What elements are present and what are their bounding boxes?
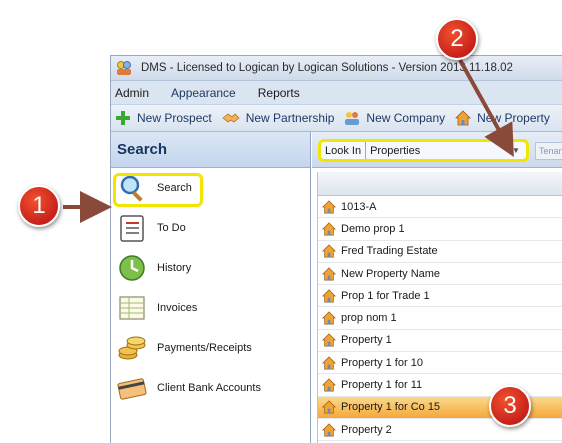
- new-prospect-button[interactable]: New Prospect: [115, 110, 212, 126]
- table-row[interactable]: 1013-A: [318, 196, 562, 219]
- house-icon: [455, 110, 472, 126]
- coins-icon: [118, 336, 146, 360]
- sidebar-item-history[interactable]: History: [111, 249, 311, 287]
- table-row[interactable]: Property 2: [318, 419, 562, 442]
- todo-list-icon: [120, 215, 144, 242]
- sidebar-item-invoices[interactable]: Invoices: [111, 289, 311, 327]
- toolbar: New Prospect New Partnership New Company…: [111, 105, 562, 132]
- plus-icon: [116, 111, 130, 125]
- handshake-icon: [222, 113, 240, 123]
- property-name: New Property Name: [341, 267, 441, 280]
- property-name: prop nom 1: [341, 312, 397, 325]
- menu-bar: Admin Appearance Reports: [111, 81, 562, 105]
- new-partnership-label: New Partnership: [245, 111, 335, 125]
- sidebar-item-todo[interactable]: To Do: [111, 209, 311, 247]
- house-icon: [322, 356, 336, 370]
- look-in-label: Look In: [321, 142, 367, 159]
- sidebar-title: Search: [111, 132, 310, 168]
- table-row[interactable]: Property 1 for 10: [318, 352, 562, 375]
- table-row[interactable]: Demo prop 1: [318, 218, 562, 241]
- property-name: Property 1: [341, 334, 392, 347]
- window-title: DMS - Licensed to Logican by Logican Sol…: [141, 62, 513, 74]
- table-row[interactable]: Property 1: [318, 330, 562, 353]
- sidebar-item-label: To Do: [157, 222, 186, 234]
- app-window: DMS - Licensed to Logican by Logican Sol…: [110, 55, 562, 443]
- sidebar-item-client-bank-accounts[interactable]: Client Bank Accounts: [111, 369, 311, 407]
- sidebar-item-label: Invoices: [157, 302, 198, 314]
- house-icon: [322, 423, 336, 437]
- property-name: Property 1 for 10: [341, 356, 423, 369]
- house-icon: [322, 244, 336, 258]
- menu-appearance[interactable]: Appearance: [171, 86, 236, 100]
- property-name: Property 2: [341, 423, 392, 436]
- sidebar-item-search[interactable]: Search: [111, 169, 311, 207]
- sidebar: Search Search To Do History Invoices Pay…: [111, 132, 311, 443]
- new-property-label: New Property: [477, 111, 550, 125]
- table-row[interactable]: New Property Name: [318, 263, 562, 286]
- app-logo-icon: [117, 61, 131, 75]
- new-company-label: New Company: [366, 111, 446, 125]
- house-icon: [322, 333, 336, 347]
- house-icon: [322, 266, 336, 281]
- chevron-down-icon: ▼: [512, 146, 520, 155]
- sidebar-item-label: Payments/Receipts: [157, 342, 252, 354]
- new-company-button[interactable]: New Company: [344, 110, 445, 126]
- menu-reports[interactable]: Reports: [258, 86, 300, 100]
- look-in-value: Properties: [370, 144, 421, 157]
- tenant-field[interactable]: Tenan: [535, 142, 562, 160]
- property-name: Property 1 for Co 15: [341, 401, 441, 414]
- house-icon: [322, 222, 336, 236]
- new-partnership-button[interactable]: New Partnership: [222, 111, 335, 125]
- new-property-button[interactable]: New Property: [455, 110, 550, 126]
- house-icon: [322, 289, 336, 303]
- property-name: Demo prop 1: [341, 222, 405, 235]
- table-row[interactable]: prop nom 1: [318, 308, 562, 330]
- bank-card-icon: [117, 378, 147, 400]
- house-icon: [322, 400, 336, 414]
- property-name: 1013-A: [341, 200, 377, 213]
- sidebar-item-label: Client Bank Accounts: [157, 382, 261, 394]
- callout-badge-1: 1: [18, 185, 60, 227]
- search-highlight-box: [113, 173, 203, 207]
- table-row[interactable]: Fred Trading Estate: [318, 241, 562, 263]
- house-icon: [322, 311, 336, 325]
- property-name: Property 1 for 11: [341, 379, 423, 392]
- property-name: Prop 1 for Trade 1: [341, 289, 430, 302]
- callout-badge-3: 3: [489, 385, 531, 427]
- title-bar: DMS - Licensed to Logican by Logican Sol…: [111, 56, 562, 81]
- look-in-dropdown[interactable]: Look In Properties ▼: [318, 139, 529, 162]
- filter-bar: Look In Properties ▼ Tenan: [312, 132, 562, 168]
- callout-badge-2: 2: [436, 18, 478, 60]
- new-prospect-label: New Prospect: [137, 111, 212, 125]
- people-icon: [345, 112, 360, 125]
- menu-admin[interactable]: Admin: [115, 86, 149, 100]
- property-name: Fred Trading Estate: [341, 245, 438, 258]
- house-icon: [322, 200, 336, 214]
- table-row[interactable]: Prop 1 for Trade 1: [318, 285, 562, 308]
- invoice-icon: [119, 296, 145, 320]
- history-icon: [119, 255, 145, 281]
- sidebar-item-payments[interactable]: Payments/Receipts: [111, 329, 311, 367]
- grid-header: [318, 172, 562, 196]
- house-icon: [322, 378, 336, 392]
- sidebar-item-label: History: [157, 262, 192, 274]
